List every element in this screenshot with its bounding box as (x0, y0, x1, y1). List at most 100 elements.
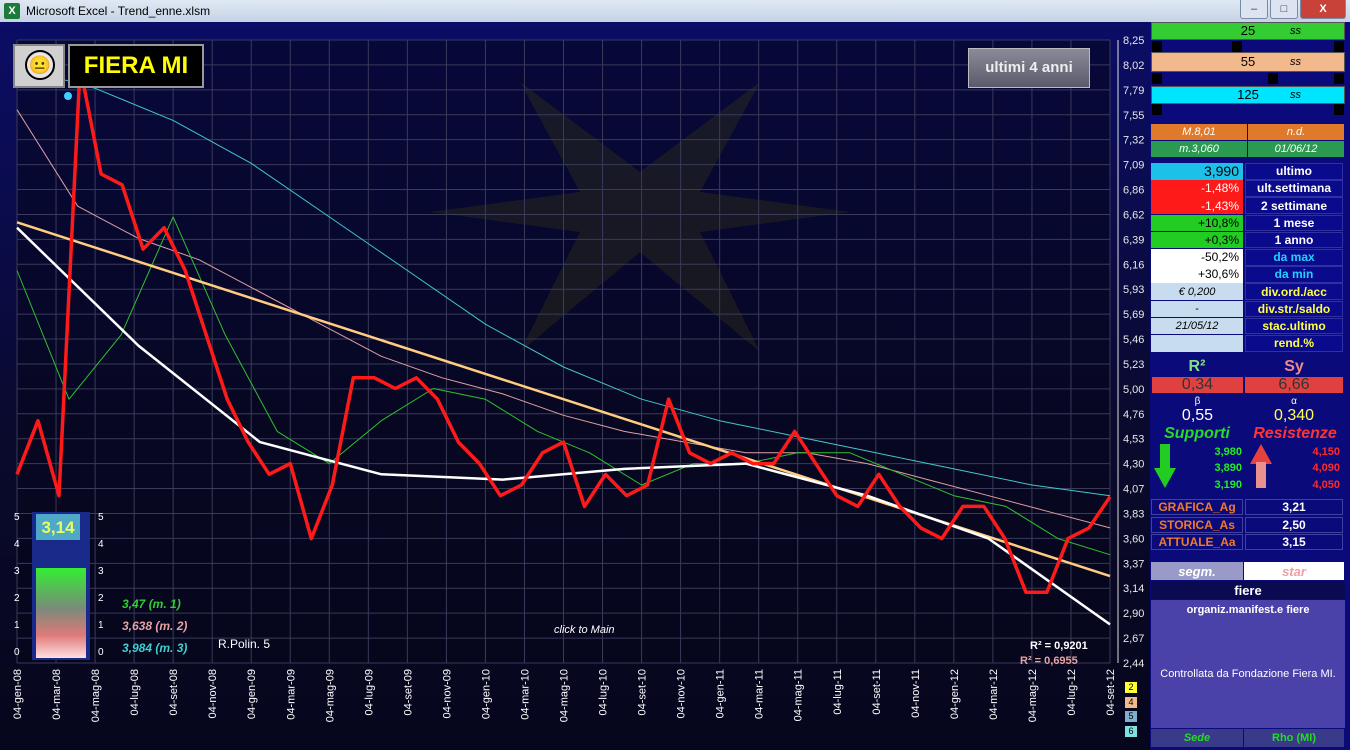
perf-label-3: 1 mese (1245, 214, 1343, 232)
x-tick-label: 04-lug-08 (129, 669, 141, 715)
side-tab-3[interactable]: 5 (1125, 711, 1137, 722)
y-tick-label: 7,09 (1123, 160, 1144, 172)
r2-value: 0,34 (1152, 376, 1243, 393)
y-tick-label: 8,02 (1123, 60, 1144, 72)
side-tab-2[interactable]: 4 (1125, 697, 1137, 708)
range-button[interactable]: ultimi 4 anni (968, 48, 1090, 88)
resistances-header: Resistenze (1253, 425, 1337, 442)
click-to-main-link[interactable]: click to Main (554, 624, 615, 636)
slider-1-right-handle[interactable] (1334, 41, 1344, 52)
x-tick-label: 04-mar-12 (988, 669, 1000, 720)
slider-3-unit: ss (1290, 89, 1301, 101)
perf-label-1: ult.settimana (1245, 180, 1343, 197)
supports-header: Supporti (1164, 425, 1230, 442)
gauge-tick-right: 4 (98, 539, 104, 550)
gauge-tick-left: 4 (14, 539, 20, 550)
slider-1-left-handle[interactable] (1152, 41, 1162, 52)
perf-label-4: 1 anno (1245, 231, 1343, 249)
support-2: 3,890 (1214, 461, 1242, 474)
y-tick-label: 5,46 (1123, 334, 1144, 346)
y-tick-label: 7,32 (1123, 135, 1144, 147)
sede-value: Rho (MI) (1244, 729, 1344, 747)
perf-label-7: div.ord./acc (1245, 283, 1343, 300)
r2-poly-label: R² = 0,6955 (1020, 655, 1078, 667)
y-tick-label: 3,37 (1123, 558, 1144, 570)
support-1: 3,980 (1214, 445, 1242, 458)
y-tick-label: 5,00 (1123, 384, 1144, 396)
slider-period-3[interactable]: 125 ss (1151, 86, 1345, 104)
star-label: star (1244, 562, 1344, 580)
y-tick-label: 3,14 (1123, 583, 1144, 595)
slider-3-right-handle[interactable] (1334, 104, 1344, 115)
perf-value-0: 3,990 (1151, 163, 1243, 180)
grade-label-1: STORICA_As (1151, 516, 1243, 533)
sector-value: fiere (1151, 581, 1345, 599)
x-tick-label: 04-nov-10 (676, 669, 688, 719)
grade-value-1: 2,50 (1245, 516, 1343, 533)
perf-label-0: ultimo (1245, 163, 1343, 180)
slider-period-2[interactable]: 55 ss (1151, 52, 1345, 72)
neutral-face-icon: 😐 (25, 50, 55, 80)
y-tick-label: 7,79 (1123, 85, 1144, 97)
x-tick-label: 04-gen-11 (715, 669, 727, 718)
grade-label-0: GRAFICA_Ag (1151, 499, 1243, 515)
y-tick-label: 2,44 (1123, 658, 1144, 670)
resistance-1: 4,150 (1312, 445, 1340, 458)
polynomial-label: R.Polin. 5 (218, 637, 270, 651)
legend-m3: 3,984 (m. 3) (122, 641, 188, 655)
ticker-title[interactable]: FIERA MI (68, 44, 204, 88)
slider-3-left-handle[interactable] (1152, 104, 1162, 115)
sede-label: Sede (1151, 729, 1243, 747)
gauge-tick-right: 1 (98, 620, 104, 631)
y-tick-label: 8,25 (1123, 35, 1144, 47)
perf-value-8: - (1151, 300, 1243, 318)
description-box: organiz.manifest.e fiere Controllata da … (1151, 600, 1345, 728)
slider-1-unit: ss (1290, 25, 1301, 37)
sy-value: 6,66 (1245, 376, 1343, 393)
grade-value-0: 3,21 (1245, 499, 1343, 515)
legend-m1: 3,47 (m. 1) (122, 597, 181, 611)
y-tick-label: 4,30 (1123, 459, 1144, 471)
perf-label-9: stac.ultimo (1245, 317, 1343, 335)
y-tick-label: 7,55 (1123, 110, 1144, 122)
excel-app-icon: X (4, 3, 20, 19)
slider-2-value: 55 (1240, 54, 1256, 69)
y-tick-label: 4,53 (1123, 434, 1144, 446)
gauge-tick-left: 2 (14, 593, 20, 604)
x-tick-label: 04-set-10 (637, 669, 649, 715)
y-tick-label: 5,93 (1123, 284, 1144, 296)
slider-2-thumb[interactable] (1268, 73, 1278, 84)
slider-3-value: 125 (1237, 87, 1259, 102)
slider-1-thumb[interactable] (1232, 41, 1242, 52)
maximize-button[interactable]: □ (1270, 0, 1298, 19)
window-title: Microsoft Excel - Trend_enne.xlsm (26, 4, 211, 18)
side-tab-4[interactable]: 6 (1125, 726, 1137, 737)
r2-header: R² (1188, 358, 1206, 375)
x-tick-label: 04-lug-10 (598, 669, 610, 715)
close-button[interactable]: X (1300, 0, 1346, 19)
gauge-tick-left: 3 (14, 566, 20, 577)
y-tick-label: 4,07 (1123, 484, 1144, 496)
y-tick-label: 3,60 (1123, 533, 1144, 545)
x-tick-label: 04-set-09 (402, 669, 414, 715)
x-tick-label: 04-mag-10 (559, 669, 571, 722)
gauge-value: 3,14 (41, 518, 75, 537)
slider-2-right-handle[interactable] (1334, 73, 1344, 84)
min-price-label: m.3,060 (1151, 141, 1247, 157)
sentiment-button[interactable]: 😐 (13, 44, 65, 88)
y-tick-label: 6,86 (1123, 185, 1144, 197)
beta-value: 0,55 (1181, 407, 1214, 424)
x-tick-label: 04-gen-09 (246, 669, 258, 719)
perf-value-6: +30,6% (1151, 266, 1243, 283)
slider-2-left-handle[interactable] (1152, 73, 1162, 84)
y-tick-label: 6,16 (1123, 259, 1144, 271)
minimize-button[interactable]: – (1240, 0, 1268, 19)
x-tick-label: 04-set-12 (1105, 669, 1117, 715)
x-tick-label: 04-gen-08 (12, 669, 24, 719)
y-tick-label: 6,39 (1123, 234, 1144, 246)
side-tab-1[interactable]: 2 (1125, 682, 1137, 693)
slider-period-1[interactable]: 25 ss (1151, 22, 1345, 40)
company-description: Controllata da Fondazione Fiera MI. (1160, 668, 1336, 680)
x-tick-label: 04-set-08 (168, 669, 180, 715)
gauge-tick-left: 5 (14, 512, 20, 523)
